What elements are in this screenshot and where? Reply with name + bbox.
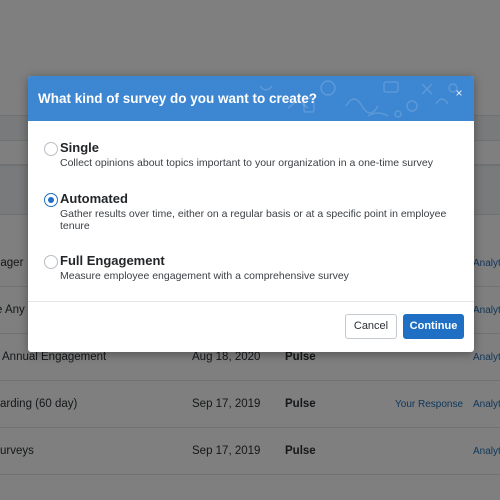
option-full-engagement-title: Full Engagement [60,253,165,268]
modal-title: What kind of survey do you want to creat… [38,91,318,106]
radio-automated[interactable] [44,193,58,207]
modal-footer: Cancel Continue [28,301,474,352]
cancel-button[interactable]: Cancel [345,314,397,339]
option-automated-title: Automated [60,191,128,206]
option-single-title: Single [60,140,100,155]
radio-full-engagement[interactable] [44,255,58,269]
option-automated-description: Gather results over time, either on a re… [60,208,447,232]
radio-single[interactable] [44,142,58,156]
option-single-description: Collect opinions about topics important … [60,157,433,169]
option-full-engagement-description: Measure employee engagement with a compr… [60,270,349,282]
create-survey-modal: What kind of survey do you want to creat… [28,76,474,352]
modal-header: What kind of survey do you want to creat… [28,76,474,121]
option-automated[interactable]: Automated Gather results over time, eith… [44,191,464,233]
continue-button[interactable]: Continue [403,314,464,339]
option-single[interactable]: Single Collect opinions about topics imp… [44,140,464,170]
close-icon[interactable]: × [452,86,466,100]
option-full-engagement[interactable]: Full Engagement Measure employee engagem… [44,253,464,283]
